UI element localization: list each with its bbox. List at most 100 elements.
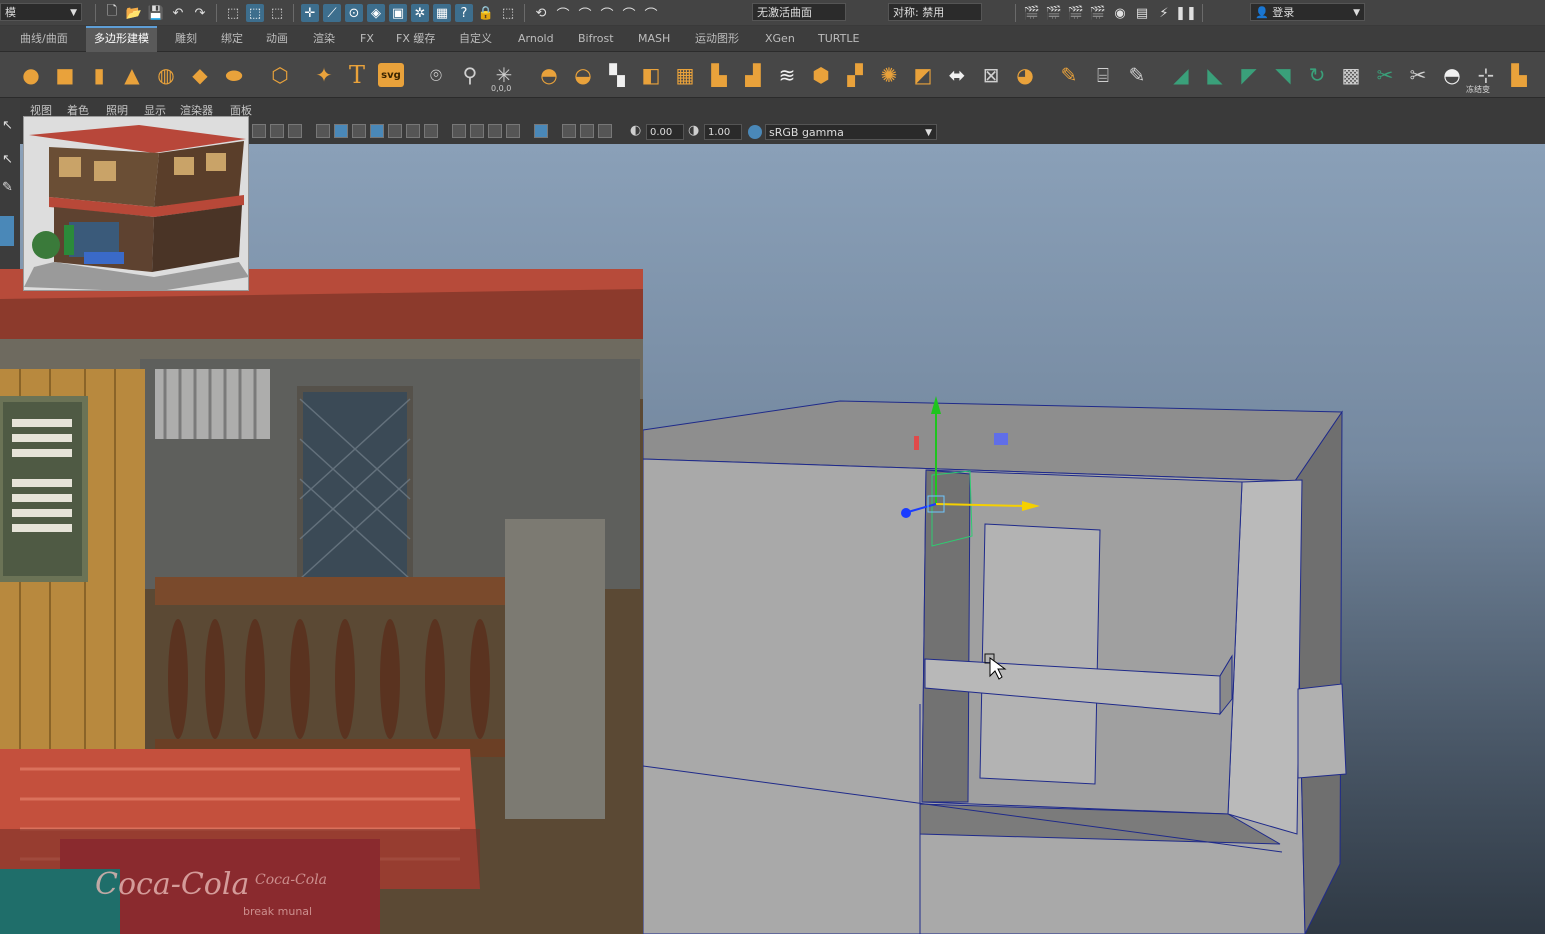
wireframe-on-shaded-icon[interactable] <box>370 124 384 138</box>
mode-menu-dropdown[interactable]: 模 ▼ <box>0 3 82 21</box>
cut-uv-icon[interactable]: ✂ <box>1371 60 1399 90</box>
delete-history-icon[interactable]: ◓ <box>1438 60 1466 90</box>
torus-icon[interactable]: ◍ <box>152 60 180 90</box>
z-axis-handle-icon[interactable] <box>901 508 911 518</box>
select-tool-icon[interactable]: ↖ <box>2 118 13 133</box>
paint-select-icon[interactable]: ⌒ <box>576 4 594 23</box>
cube-icon[interactable]: ■ <box>51 60 79 90</box>
gamma-field[interactable]: 1.00 <box>704 124 742 140</box>
sew-uv-icon[interactable]: ✂ <box>1404 60 1432 90</box>
shelf-tab[interactable]: 自定义 <box>451 26 500 52</box>
antialias-icon[interactable] <box>488 124 502 138</box>
shelf-tab[interactable]: 绑定 <box>213 26 251 52</box>
svg-tool-button[interactable]: svg <box>378 63 404 87</box>
shelf-tab[interactable]: Arnold <box>510 26 562 52</box>
text-tool-button[interactable]: T <box>343 60 371 90</box>
smooth-shade-icon[interactable] <box>334 124 348 138</box>
lasso-icon[interactable]: ⌒ <box>554 4 572 23</box>
select-hierarchy-icon[interactable]: ⬚ <box>224 4 242 22</box>
extract-icon[interactable]: ▚ <box>603 60 631 90</box>
extrude-icon[interactable]: ▟ <box>739 60 767 90</box>
append-icon[interactable]: ▞ <box>841 60 869 90</box>
insert-loop-icon[interactable]: ⌸ <box>1089 60 1117 90</box>
uv-editor-icon[interactable]: ↻ <box>1303 60 1331 90</box>
shelf-tab[interactable]: FX <box>352 26 382 52</box>
shelf-tab[interactable]: 多边形建模 <box>86 26 157 52</box>
separate-icon[interactable]: ◒ <box>569 60 597 90</box>
smooth-icon[interactable]: ▦ <box>671 60 699 90</box>
super-shape-icon[interactable]: ✦ <box>310 60 338 90</box>
render-settings-icon[interactable]: 🎬 <box>1089 4 1107 22</box>
multi-cut-icon[interactable]: ✎ <box>1055 60 1083 90</box>
shelf-tab[interactable]: FX 缓存 <box>388 26 443 52</box>
boolean-icon[interactable]: ◧ <box>637 60 665 90</box>
shelf-tab[interactable]: 动画 <box>258 26 296 52</box>
camera-based-select-icon[interactable]: ⌾ <box>422 60 450 90</box>
paint-tool-icon[interactable]: ✎ <box>2 180 13 195</box>
shadows-icon[interactable] <box>424 124 438 138</box>
motion-blur-icon[interactable] <box>470 124 484 138</box>
undo-icon[interactable]: ↶ <box>169 4 187 22</box>
render-sequence-icon[interactable]: ▤ <box>1133 4 1151 22</box>
plane-icon[interactable]: ◆ <box>186 60 214 90</box>
render-view-icon[interactable]: 🎬 <box>1023 4 1041 22</box>
camera-attr-icon[interactable] <box>270 124 284 138</box>
sphere-icon[interactable]: ● <box>17 60 45 90</box>
redo-icon[interactable]: ↷ <box>191 4 209 22</box>
arnold-icon[interactable]: ⚡ <box>1155 4 1173 22</box>
fill-hole-icon[interactable]: ⬢ <box>807 60 835 90</box>
disc-icon[interactable]: ⬬ <box>220 60 248 90</box>
xray-active-icon[interactable] <box>580 124 594 138</box>
login-dropdown[interactable]: 👤 登录 ▼ <box>1250 3 1365 21</box>
dof-icon[interactable] <box>506 124 520 138</box>
plane-handle-icon[interactable] <box>994 433 1008 445</box>
shelf-tab[interactable]: TURTLE <box>810 26 867 52</box>
snap-grid-icon[interactable]: ✛ <box>301 4 319 22</box>
wireframe-icon[interactable] <box>316 124 330 138</box>
snap-live-icon[interactable]: ✲ <box>411 4 429 22</box>
circularize-icon[interactable]: ✺ <box>875 60 903 90</box>
poke-icon[interactable]: ◕ <box>1011 60 1039 90</box>
magnet-icon[interactable]: ⌒ <box>642 4 660 23</box>
select-lock-icon[interactable]: ⬚ <box>499 4 517 22</box>
collapse-icon[interactable]: ◩ <box>909 60 937 90</box>
bridge-icon[interactable]: ▙ <box>705 60 733 90</box>
platonic-icon[interactable]: ⬡ <box>266 60 294 90</box>
pause-icon[interactable]: ❚❚ <box>1175 4 1197 22</box>
default-material-icon[interactable] <box>352 124 366 138</box>
shelf-tab[interactable]: 渲染 <box>305 26 343 52</box>
snap-together-icon[interactable]: ⚲ <box>456 60 484 90</box>
snap-view-icon[interactable]: ◈ <box>367 4 385 22</box>
xray-icon[interactable] <box>388 124 402 138</box>
lock-icon[interactable]: 🔒 <box>477 4 495 22</box>
checker-icon[interactable]: ▩ <box>1337 60 1365 90</box>
history-icon[interactable]: ⟲ <box>532 4 550 22</box>
spherical-uv-icon[interactable]: ◤ <box>1235 60 1263 90</box>
lasso-tool-icon[interactable]: ↖ <box>2 152 13 167</box>
snap-surface-icon[interactable]: ▣ <box>389 4 407 22</box>
cylinder-icon[interactable]: ▮ <box>85 60 113 90</box>
color-space-dropdown[interactable]: sRGB gamma ▼ <box>765 124 937 140</box>
planar-uv-icon[interactable]: ◢ <box>1167 60 1195 90</box>
select-object-icon[interactable]: ⬚ <box>246 4 264 22</box>
image-plane-icon[interactable] <box>252 124 266 138</box>
shelf-tab[interactable]: 运动图形 <box>687 26 747 52</box>
snap-curve-icon[interactable]: ⟋ <box>323 4 341 22</box>
shelf-tab[interactable]: 曲线/曲面 <box>12 26 76 52</box>
new-scene-icon[interactable]: 🗋 <box>103 4 121 22</box>
live-surface-field[interactable]: 无激活曲面 <box>752 3 846 21</box>
xray-joints-icon[interactable] <box>562 124 576 138</box>
bookmark-icon[interactable] <box>288 124 302 138</box>
chamfer-icon[interactable]: ⊠ <box>977 60 1005 90</box>
exposure-field[interactable]: 0.00 <box>646 124 684 140</box>
isolate-select-icon[interactable] <box>534 124 548 138</box>
color-management-icon[interactable] <box>748 125 762 139</box>
shelf-tab[interactable]: XGen <box>757 26 803 52</box>
move-tool-icon[interactable] <box>0 216 14 246</box>
hypershade-icon[interactable]: ◉ <box>1111 4 1129 22</box>
symmetry-dropdown[interactable]: 对称: 禁用 <box>888 3 982 21</box>
shelf-tab[interactable]: MASH <box>630 26 678 52</box>
shelf-tab[interactable]: Bifrost <box>570 26 622 52</box>
shelf-tab[interactable]: 雕刻 <box>167 26 205 52</box>
resolution-gate-icon[interactable] <box>598 124 612 138</box>
